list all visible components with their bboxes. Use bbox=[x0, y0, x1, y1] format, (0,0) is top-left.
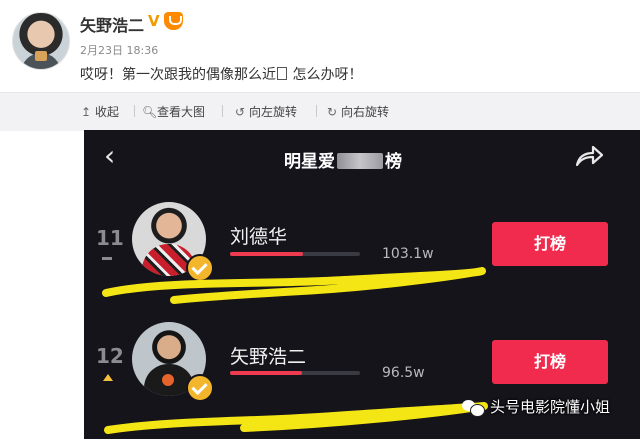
verified-icon: V bbox=[148, 12, 160, 30]
wechat-icon bbox=[462, 399, 485, 417]
magnifier-icon: 🔍︎ bbox=[142, 104, 158, 119]
post-meta: 2月23日 18:36 bbox=[80, 42, 158, 58]
rotate-left-label: 向左旋转 bbox=[249, 105, 298, 119]
toolbar-divider bbox=[134, 105, 135, 117]
rotate-right-label: 向右旋转 bbox=[341, 105, 390, 119]
toolbar-divider bbox=[222, 105, 223, 117]
post-text: 哎呀！第一次跟我的偶像那么近 怎么办呀！ bbox=[80, 64, 362, 84]
toolbar-divider bbox=[316, 105, 317, 117]
view-large-label: 查看大图 bbox=[157, 105, 206, 119]
image-toolbar: ↥ 收起 🔍︎ 查看大图 ↺ 向左旋转 ↻ 向右旋转 bbox=[0, 92, 640, 131]
highlight-scribbles bbox=[102, 267, 488, 434]
yellow-underline-2 bbox=[104, 402, 488, 434]
post-text-main: 哎呀！第一次跟我的偶像那么近 bbox=[80, 67, 276, 83]
watermark: 头号电影院懂小姐 bbox=[462, 396, 610, 417]
username[interactable]: 矢野浩二 bbox=[80, 12, 144, 36]
missing-glyph bbox=[277, 67, 287, 80]
rotate-right-button[interactable]: ↻ 向右旋转 bbox=[326, 103, 389, 120]
rotate-right-icon: ↻ bbox=[326, 104, 338, 119]
avatar-collar bbox=[35, 51, 47, 61]
collapse-arrow-icon: ↥ bbox=[80, 104, 92, 119]
collapse-label: 收起 bbox=[95, 105, 120, 119]
watermark-text: 头号电影院懂小姐 bbox=[490, 398, 611, 416]
rotate-left-icon: ↺ bbox=[234, 104, 246, 119]
post-date[interactable]: 2月23日 bbox=[80, 44, 123, 57]
collapse-button[interactable]: ↥ 收起 bbox=[80, 103, 119, 120]
view-large-button[interactable]: 🔍︎ 查看大图 bbox=[142, 103, 205, 120]
yellow-underline-1 bbox=[102, 267, 486, 304]
rotate-left-button[interactable]: ↺ 向左旋转 bbox=[234, 103, 297, 120]
post-time[interactable]: 18:36 bbox=[127, 44, 159, 57]
embedded-screenshot[interactable]: ‹ 明星爱榜 11 刘德华 103.1w 打榜 12 矢野浩二 96.5w 打榜 bbox=[84, 130, 640, 439]
user-avatar[interactable] bbox=[12, 12, 70, 70]
post-text-end: 怎么办呀！ bbox=[288, 67, 363, 83]
vip-member-icon bbox=[164, 12, 183, 30]
